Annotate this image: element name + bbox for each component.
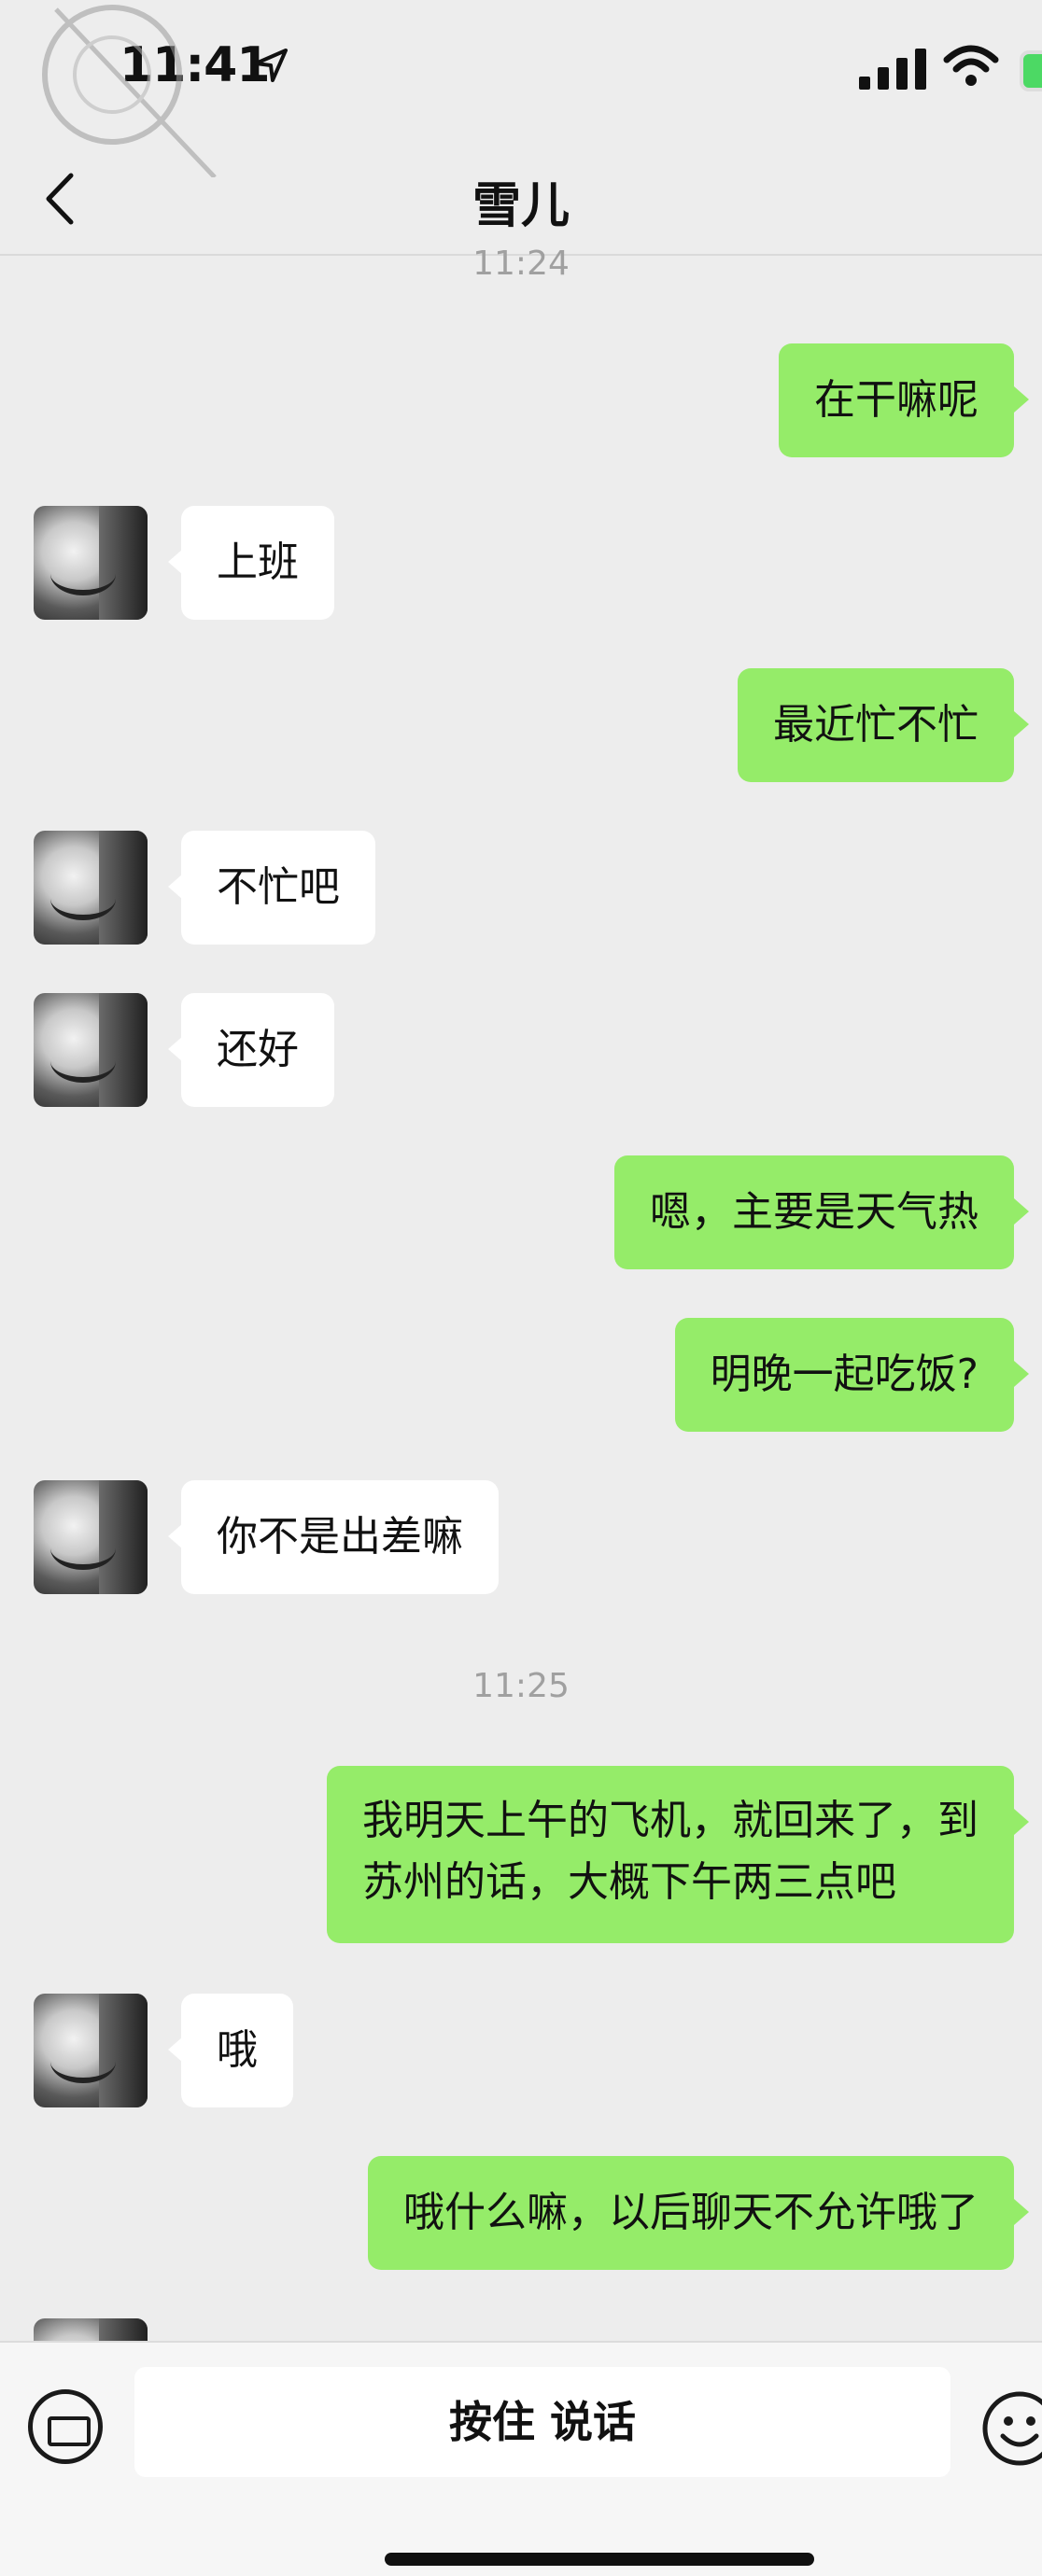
received-message[interactable]: 不忙吧 [168, 831, 375, 945]
received-message[interactable]: 你不是出差嘛 [168, 1480, 499, 1594]
sent-message[interactable]: 在干嘛呢 [779, 343, 1029, 457]
contact-avatar[interactable] [34, 831, 148, 945]
emoji-icon[interactable] [980, 2389, 1042, 2468]
keyboard-icon[interactable] [28, 2389, 103, 2464]
sent-message[interactable]: 最近忙不忙 [738, 668, 1029, 782]
signal-icon [859, 49, 926, 90]
chat-title: 雪儿 [472, 178, 570, 234]
input-bar: 按住 说话 [0, 2341, 1042, 2576]
wifi-icon [943, 45, 999, 86]
sent-message[interactable]: 哦什么嘛，以后聊天不允许哦了 [368, 2156, 1029, 2270]
message-timestamp: 11:25 [472, 1667, 570, 1705]
status-bar: 11:41 [0, 0, 1042, 177]
message-timestamp: 11:24 [472, 245, 570, 283]
contact-avatar[interactable] [34, 506, 148, 620]
location-arrow-icon [254, 49, 288, 82]
sent-message[interactable]: 嗯，主要是天气热 [614, 1155, 1029, 1269]
hold-to-talk-button[interactable]: 按住 说话 [134, 2367, 950, 2477]
received-message[interactable]: 哦 [168, 1994, 293, 2107]
contact-avatar[interactable] [34, 993, 148, 1107]
contact-avatar[interactable] [34, 1480, 148, 1594]
battery-icon [1020, 50, 1042, 91]
sent-message[interactable]: 明晚一起吃饭? [674, 1318, 1030, 1432]
home-indicator [385, 2553, 814, 2566]
message-line: 我明天上午的飞机，就回来了，到 [362, 1797, 979, 1844]
received-message[interactable]: 还好 [168, 993, 334, 1107]
sent-message[interactable]: 我明天上午的飞机，就回来了，到 苏州的话，大概下午两三点吧 [327, 1766, 1029, 1943]
chat-header: 雪儿 [0, 140, 1042, 256]
received-message[interactable]: 上班 [168, 506, 334, 620]
message-line: 苏州的话，大概下午两三点吧 [362, 1858, 896, 1906]
contact-avatar[interactable] [34, 1994, 148, 2107]
